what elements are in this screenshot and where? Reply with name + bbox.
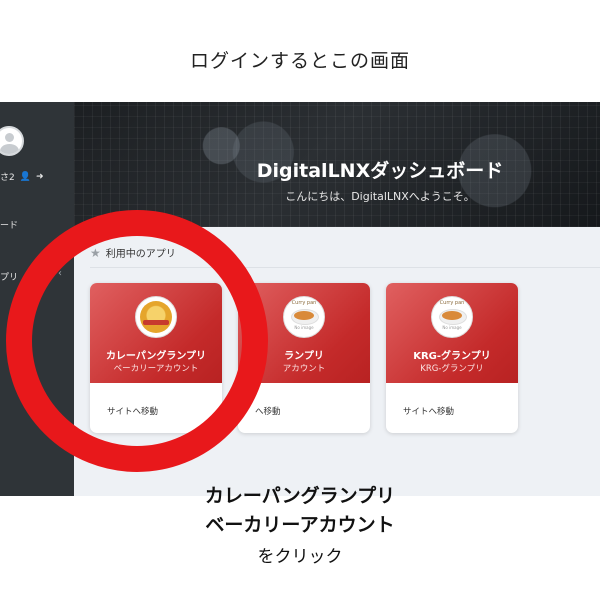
curry-bread-logo-icon: Curry pan No image <box>431 296 473 338</box>
sidebar-item-apps[interactable]: プリ <box>0 270 18 283</box>
go-to-site-link[interactable]: サイトへ移動 <box>403 405 454 417</box>
curry-bread-logo-icon: Curry pan No image <box>283 296 325 338</box>
card-account-type: KRG-グランプリ <box>420 364 484 374</box>
logo-caption: Curry pan <box>291 300 317 306</box>
dashboard-banner: DigitalLNXダッシュボード こんにちは、DigitalLNXへようこそ。 <box>74 102 600 227</box>
logo-no-image: No image <box>442 325 462 330</box>
instruction-line-2: ベーカリーアカウント <box>205 514 395 536</box>
app-card-krg-grandprix[interactable]: Curry pan No image KRG-グランプリ KRG-グランプリ サ… <box>386 283 518 433</box>
instruction-line-3: をクリック <box>257 547 343 567</box>
highlight-circle <box>6 210 268 472</box>
avatar-head <box>5 133 14 142</box>
sidebar-item-dashboard[interactable]: ード <box>0 218 18 231</box>
logo-no-image: No image <box>294 325 314 330</box>
avatar[interactable] <box>0 126 24 156</box>
top-caption: ログインするとこの画面 <box>189 50 410 72</box>
user-row: さ2 👤 ➜ <box>0 170 44 184</box>
banner-title: DigitalLNXダッシュボード <box>256 160 504 182</box>
avatar-body <box>0 144 19 154</box>
card-header: Curry pan No image KRG-グランプリ KRG-グランプリ <box>386 283 518 383</box>
go-to-site-link[interactable]: へ移動 <box>255 405 281 417</box>
banner-subtitle: こんにちは、DigitalLNXへようこそ。 <box>285 190 475 203</box>
card-app-name: KRG-グランプリ <box>413 351 491 362</box>
user-name: さ2 <box>0 173 15 183</box>
instruction-line-1: カレーパングランプリ <box>204 485 396 507</box>
logout-icon[interactable]: ➜ <box>36 172 44 182</box>
user-icon[interactable]: 👤 <box>20 172 31 182</box>
logo-caption: Curry pan <box>439 300 465 306</box>
